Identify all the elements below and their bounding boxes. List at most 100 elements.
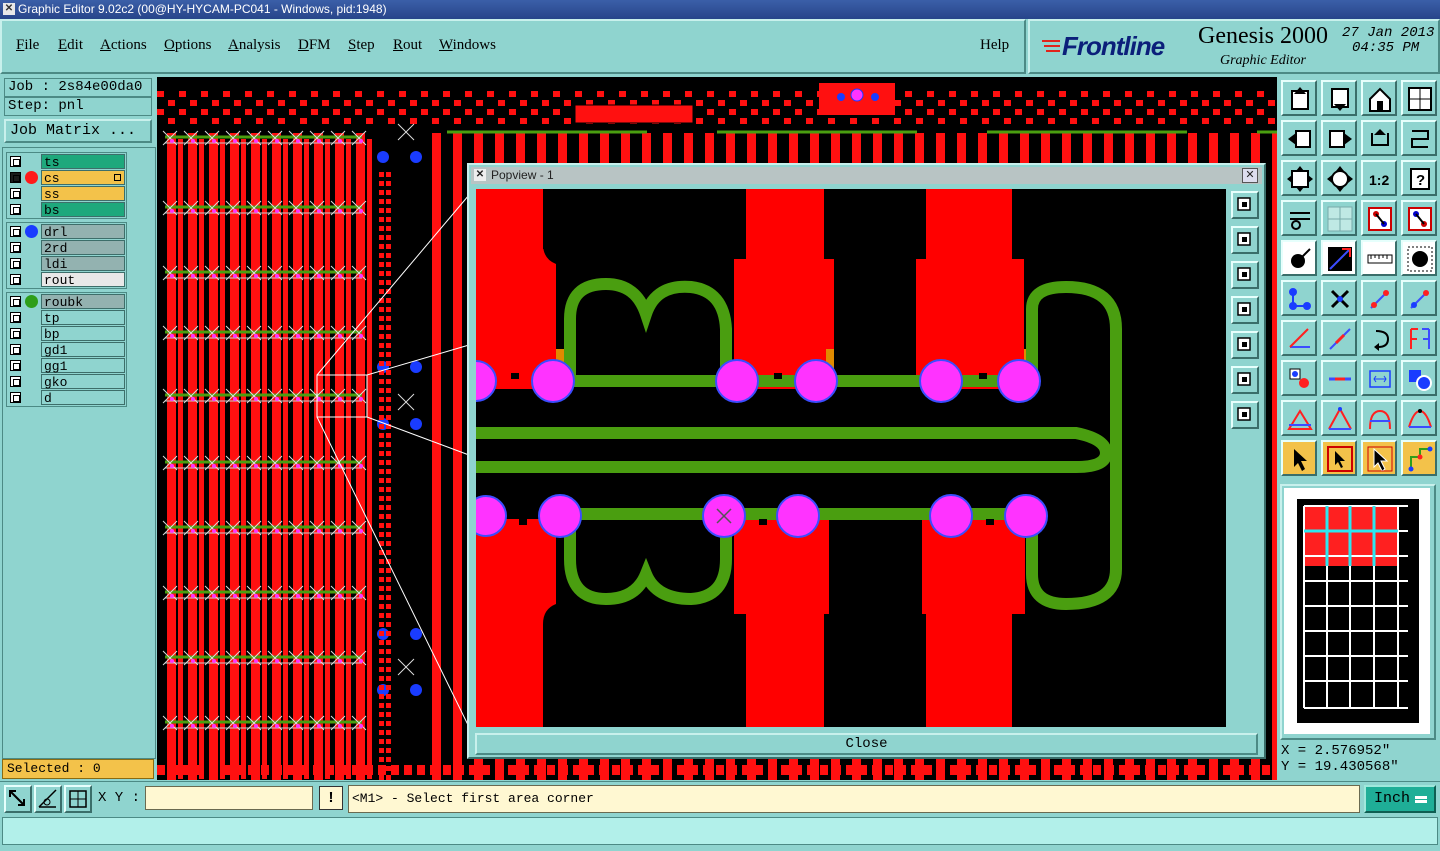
layer-name[interactable]: gko [41, 374, 125, 390]
grid-button[interactable] [64, 785, 92, 813]
split-view-button[interactable] [1401, 80, 1437, 116]
measure-button[interactable] [34, 785, 62, 813]
pv-fit-button[interactable] [1231, 366, 1259, 394]
layer-row-rout[interactable]: rout [7, 272, 127, 288]
xy-input[interactable] [145, 786, 313, 810]
layer-name[interactable]: gd1 [41, 342, 125, 358]
pan-left-button[interactable] [1281, 120, 1317, 156]
select-red-button[interactable] [1281, 360, 1317, 396]
layer-row-gg1[interactable]: gg1 [7, 358, 127, 374]
layer-name[interactable]: ts [41, 154, 125, 170]
group-button[interactable] [1401, 360, 1437, 396]
menu-windows[interactable]: Windows [439, 37, 496, 54]
pointer-alt-button[interactable] [1361, 440, 1397, 476]
undo-zoom-button[interactable] [1401, 120, 1437, 156]
layer-row-ldi[interactable]: ldi [7, 256, 127, 272]
pad-circle-button[interactable] [1401, 240, 1437, 276]
unit-selector[interactable]: Inch [1364, 785, 1436, 813]
snap-net-button[interactable] [1401, 440, 1437, 476]
layer-checkbox[interactable] [10, 392, 21, 403]
layer-checkbox[interactable] [10, 344, 21, 355]
fit-screen-button[interactable] [1281, 160, 1317, 196]
pv-page-up-button[interactable] [1231, 226, 1259, 254]
menu-rout[interactable]: Rout [393, 37, 422, 54]
layer-row-tp[interactable]: tp [7, 310, 127, 326]
pv-page-left-button[interactable] [1231, 296, 1259, 324]
layer-checkbox[interactable] [10, 258, 21, 269]
layer-name[interactable]: ldi [41, 256, 125, 272]
arc-mid-button[interactable] [1361, 400, 1397, 436]
slope-button[interactable] [1321, 320, 1357, 356]
layer-row-bs[interactable]: bs [7, 202, 127, 218]
home-view-button[interactable] [1361, 80, 1397, 116]
menu-help[interactable]: Help [980, 37, 1009, 54]
layer-name[interactable]: gg1 [41, 358, 125, 374]
triangle-button[interactable] [1281, 400, 1317, 436]
popview-close-button[interactable]: Close [475, 733, 1258, 755]
layer-checkbox[interactable] [10, 376, 21, 387]
layer-row-roubk[interactable]: roubk [7, 294, 127, 310]
center-button[interactable] [1321, 160, 1357, 196]
popview-canvas[interactable] [476, 189, 1226, 727]
mirror-button[interactable] [1401, 320, 1437, 356]
menu-options[interactable]: Options [164, 37, 212, 54]
layer-row-bp[interactable]: bp [7, 326, 127, 342]
pointer-button[interactable] [1281, 440, 1317, 476]
net-connect-button[interactable] [1281, 280, 1317, 316]
layer-name[interactable]: ss [41, 186, 125, 202]
layer-row-ts[interactable]: ts [7, 154, 127, 170]
layer-checkbox[interactable] [10, 296, 21, 307]
layer-row-drl[interactable]: drl [7, 224, 127, 240]
menu-analysis[interactable]: Analysis [228, 37, 281, 54]
layer-row-cs[interactable]: cs [7, 170, 127, 186]
layer-checkbox[interactable] [10, 328, 21, 339]
layer-name[interactable]: cs [41, 170, 125, 186]
layer-row-2rd[interactable]: 2rd [7, 240, 127, 256]
rotate-button[interactable] [1361, 320, 1397, 356]
menu-step[interactable]: Step [348, 37, 375, 54]
arc-up-button[interactable] [1321, 400, 1357, 436]
layer-name[interactable]: d [41, 390, 125, 406]
layer-name[interactable]: bp [41, 326, 125, 342]
layer-checkbox[interactable] [10, 226, 21, 237]
layer-name[interactable]: roubk [41, 294, 125, 310]
draw-line-button[interactable] [1321, 240, 1357, 276]
add-feature-button[interactable] [1281, 240, 1317, 276]
warning-button[interactable]: ! [319, 786, 343, 810]
layer-bottom-button[interactable] [1361, 200, 1397, 236]
layer-row-ss[interactable]: ss [7, 186, 127, 202]
pv-fit-all-button[interactable] [1231, 401, 1259, 429]
layer-checkbox[interactable] [10, 172, 21, 183]
menu-file[interactable]: File [16, 37, 39, 54]
layer-checkbox[interactable] [10, 274, 21, 285]
layer-checkbox[interactable] [10, 204, 21, 215]
menu-dfm[interactable]: DFM [298, 37, 331, 54]
minimap[interactable] [1280, 484, 1436, 740]
layer-row-gd1[interactable]: gd1 [7, 342, 127, 358]
snap-button[interactable] [4, 785, 32, 813]
layer-name[interactable]: drl [41, 224, 125, 240]
layer-row-gko[interactable]: gko [7, 374, 127, 390]
arc-split-button[interactable] [1401, 400, 1437, 436]
layer-checkbox[interactable] [10, 360, 21, 371]
menu-edit[interactable]: Edit [58, 37, 83, 54]
layer-name[interactable]: 2rd [41, 240, 125, 256]
pv-zoom-home-button[interactable] [1231, 191, 1259, 219]
move-button[interactable] [1361, 280, 1397, 316]
layer-checkbox[interactable] [10, 242, 21, 253]
angle-button[interactable] [1281, 320, 1317, 356]
redraw-button[interactable] [1361, 120, 1397, 156]
pointer-box-button[interactable] [1321, 440, 1357, 476]
copy-button[interactable] [1401, 280, 1437, 316]
layer-name[interactable]: rout [41, 272, 125, 288]
menu-actions[interactable]: Actions [100, 37, 147, 54]
layer-name[interactable]: bs [41, 202, 125, 218]
pv-page-right-button[interactable] [1231, 331, 1259, 359]
scale-1-2-button[interactable]: 1:2 [1361, 160, 1397, 196]
popview-close-icon[interactable]: ✕ [1242, 168, 1258, 183]
layer-row-d[interactable]: d [7, 390, 127, 406]
help-query-button[interactable]: ? [1401, 160, 1437, 196]
resize-button[interactable] [1321, 360, 1357, 396]
pv-page-down-button[interactable] [1231, 261, 1259, 289]
layer-checkbox[interactable] [10, 156, 21, 167]
